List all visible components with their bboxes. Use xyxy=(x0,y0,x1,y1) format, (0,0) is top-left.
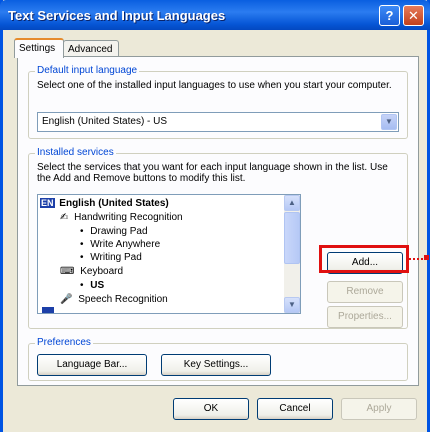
language-bar-button[interactable]: Language Bar... xyxy=(37,354,147,376)
title-bar[interactable]: Text Services and Input Languages ? ✕ xyxy=(0,0,430,30)
installed-services-group: Installed services Select the services t… xyxy=(28,147,408,329)
default-language-group: Default input language Select one of the… xyxy=(28,65,408,139)
scroll-down-icon[interactable]: ▼ xyxy=(284,297,300,313)
installed-services-label: Installed services xyxy=(35,147,116,158)
en-language-icon: EN xyxy=(40,198,55,208)
cancel-button[interactable]: Cancel xyxy=(257,398,333,420)
tree-scrollbar[interactable]: ▲ ▼ xyxy=(284,195,300,313)
microphone-icon: 🎤 xyxy=(60,294,73,305)
handwriting-label: Handwriting Recognition xyxy=(74,212,183,223)
settings-panel: Default input language Select one of the… xyxy=(17,56,419,386)
scroll-thumb[interactable] xyxy=(284,212,300,264)
callout-marker xyxy=(424,255,429,260)
partial-language-icon xyxy=(42,307,54,313)
tree-item-drawing-pad[interactable]: • Drawing Pad xyxy=(80,226,148,237)
tree-item-speech[interactable]: 🎤 Speech Recognition xyxy=(60,294,168,305)
properties-button[interactable]: Properties... xyxy=(327,306,403,328)
dialog-window: Text Services and Input Languages ? ✕ Se… xyxy=(0,0,430,432)
pen-icon: ✍ xyxy=(60,212,69,223)
keyboard-icon: ⌨ xyxy=(60,266,75,277)
help-button[interactable]: ? xyxy=(379,5,400,26)
apply-button[interactable]: Apply xyxy=(341,398,417,420)
default-language-description: Select one of the installed input langua… xyxy=(37,80,392,91)
remove-button[interactable]: Remove xyxy=(327,281,403,303)
tab-settings[interactable]: Settings xyxy=(14,38,64,58)
ok-button[interactable]: OK xyxy=(173,398,249,420)
us-label: US xyxy=(90,280,105,291)
tree-item-writing-pad[interactable]: • Writing Pad xyxy=(80,252,142,263)
drawing-pad-label: Drawing Pad xyxy=(90,226,148,237)
scroll-up-icon[interactable]: ▲ xyxy=(284,195,300,211)
language-name: English (United States) xyxy=(59,198,169,209)
tree-item-handwriting[interactable]: ✍ Handwriting Recognition xyxy=(60,212,183,223)
writing-pad-label: Writing Pad xyxy=(90,252,142,263)
preferences-group: Preferences Language Bar... Key Settings… xyxy=(28,337,408,381)
keyboard-label: Keyboard xyxy=(80,266,124,277)
preferences-label: Preferences xyxy=(35,337,93,348)
chevron-down-icon[interactable]: ▼ xyxy=(381,114,397,130)
tree-item-keyboard[interactable]: ⌨ Keyboard xyxy=(60,266,123,277)
add-button-highlight xyxy=(319,245,409,273)
services-tree[interactable]: EN English (United States) ✍ Handwriting… xyxy=(37,194,301,314)
default-language-combo[interactable]: English (United States) - US ▼ xyxy=(37,112,399,132)
window-title: Text Services and Input Languages xyxy=(8,8,226,23)
tree-item-us[interactable]: • US xyxy=(80,280,104,291)
tree-item-write-anywhere[interactable]: • Write Anywhere xyxy=(80,239,160,250)
close-button[interactable]: ✕ xyxy=(403,5,424,26)
key-settings-button[interactable]: Key Settings... xyxy=(161,354,271,376)
write-anywhere-label: Write Anywhere xyxy=(90,239,161,250)
tree-item-language[interactable]: EN English (United States) xyxy=(40,198,169,209)
speech-label: Speech Recognition xyxy=(78,294,168,305)
default-language-value: English (United States) - US xyxy=(42,116,168,127)
installed-services-description: Select the services that you want for ea… xyxy=(37,162,388,184)
default-language-label: Default input language xyxy=(35,65,140,76)
